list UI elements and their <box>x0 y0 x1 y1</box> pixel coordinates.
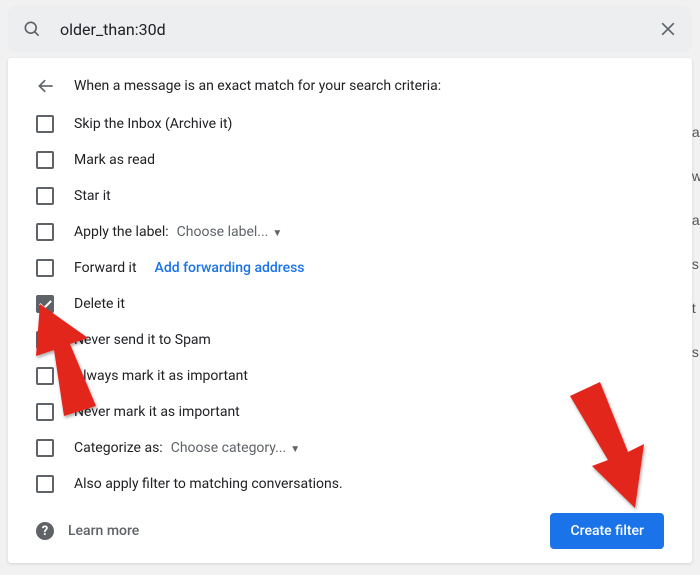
checkbox-delete[interactable] <box>36 295 54 313</box>
background-text: a w a s t s <box>692 124 700 360</box>
option-categorize: Categorize as: Choose category...▼ <box>28 430 672 466</box>
panel-header: When a message is an exact match for you… <box>28 58 672 106</box>
learn-more-link[interactable]: Learn more <box>68 523 139 539</box>
panel-title: When a message is an exact match for you… <box>74 78 441 94</box>
option-apply-existing: Also apply filter to matching conversati… <box>28 466 672 502</box>
add-forwarding-link[interactable]: Add forwarding address <box>155 260 305 276</box>
option-forward: Forward it Add forwarding address <box>28 250 672 286</box>
chevron-down-icon: ▼ <box>272 228 282 239</box>
back-arrow-icon[interactable] <box>36 76 56 96</box>
checkbox-apply-label[interactable] <box>36 223 54 241</box>
option-always-important: Always mark it as important <box>28 358 672 394</box>
checkbox-never-spam[interactable] <box>36 331 54 349</box>
option-label: Always mark it as important <box>74 368 248 384</box>
option-skip-inbox: Skip the Inbox (Archive it) <box>28 106 672 142</box>
option-label: Skip the Inbox (Archive it) <box>74 116 232 132</box>
checkbox-categorize[interactable] <box>36 439 54 457</box>
option-label: Forward it Add forwarding address <box>74 260 305 276</box>
checkbox-apply-existing[interactable] <box>36 475 54 493</box>
search-icon[interactable] <box>22 19 42 39</box>
option-label: Star it <box>74 188 111 204</box>
checkbox-always-important[interactable] <box>36 367 54 385</box>
option-mark-read: Mark as read <box>28 142 672 178</box>
option-star: Star it <box>28 178 672 214</box>
option-label: Apply the label: Choose label...▼ <box>74 224 282 240</box>
close-icon[interactable] <box>658 19 678 39</box>
create-filter-button[interactable]: Create filter <box>550 513 664 549</box>
help-icon[interactable]: ? <box>36 522 54 540</box>
option-never-important: Never mark it as important <box>28 394 672 430</box>
checkbox-forward[interactable] <box>36 259 54 277</box>
category-dropdown[interactable]: Choose category...▼ <box>171 440 300 456</box>
checkbox-star[interactable] <box>36 187 54 205</box>
search-input[interactable] <box>60 20 658 39</box>
option-label: Also apply filter to matching conversati… <box>74 476 343 492</box>
panel-footer: ? Learn more Create filter <box>8 513 692 549</box>
option-label: Mark as read <box>74 152 155 168</box>
option-never-spam: Never send it to Spam <box>28 322 672 358</box>
chevron-down-icon: ▼ <box>290 444 300 455</box>
option-label: Categorize as: Choose category...▼ <box>74 440 300 456</box>
checkbox-skip-inbox[interactable] <box>36 115 54 133</box>
search-bar <box>8 6 692 52</box>
label-dropdown[interactable]: Choose label...▼ <box>177 224 283 240</box>
option-label: Delete it <box>74 296 125 312</box>
checkbox-never-important[interactable] <box>36 403 54 421</box>
option-delete: Delete it <box>28 286 672 322</box>
option-apply-label: Apply the label: Choose label...▼ <box>28 214 672 250</box>
filter-panel: When a message is an exact match for you… <box>8 58 692 563</box>
checkbox-mark-read[interactable] <box>36 151 54 169</box>
option-label: Never send it to Spam <box>74 332 211 348</box>
option-label: Never mark it as important <box>74 404 240 420</box>
